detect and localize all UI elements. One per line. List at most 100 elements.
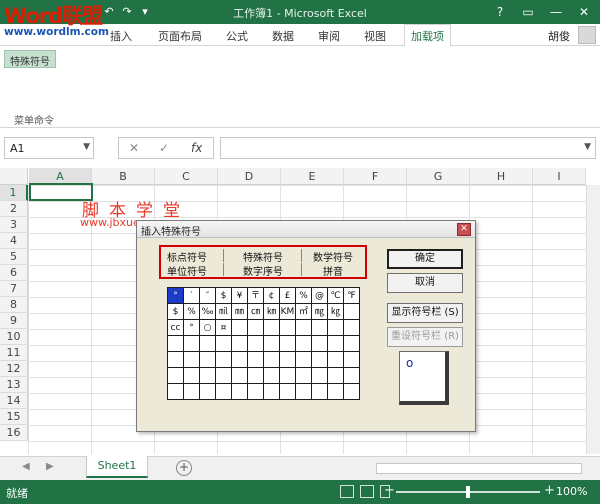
row-header-11[interactable]: 11	[0, 345, 28, 361]
symbol-cell[interactable]	[343, 367, 360, 384]
symbol-cell[interactable]	[279, 383, 296, 400]
symbol-cell[interactable]	[247, 335, 264, 352]
symbol-cell[interactable]: °	[183, 319, 200, 336]
column-header-f[interactable]: F	[344, 168, 407, 185]
symbol-cell[interactable]	[327, 319, 344, 336]
symbol-cell[interactable]	[199, 367, 216, 384]
symbol-cell[interactable]	[231, 383, 248, 400]
cancel-formula-icon[interactable]: ✕	[129, 141, 139, 155]
symbol-cell[interactable]	[311, 351, 328, 368]
normal-view-icon[interactable]	[340, 485, 354, 498]
symbol-cell[interactable]: 〒	[247, 287, 264, 304]
symbol-cell[interactable]	[279, 351, 296, 368]
tab-page-layout[interactable]: 页面布局	[158, 28, 202, 44]
symbol-cell[interactable]	[311, 335, 328, 352]
symbol-cell[interactable]	[295, 367, 312, 384]
column-header-i[interactable]: I	[533, 168, 586, 185]
symbol-cell[interactable]	[263, 367, 280, 384]
customize-quick-access-icon[interactable]: ▾	[136, 3, 154, 21]
symbol-cell[interactable]	[263, 351, 280, 368]
symbol-cell[interactable]: ㏕	[215, 303, 232, 320]
symbol-cell[interactable]	[295, 351, 312, 368]
sheet-tab-sheet1[interactable]: Sheet1	[86, 456, 148, 478]
symbol-cell[interactable]	[231, 335, 248, 352]
row-header-6[interactable]: 6	[0, 265, 28, 281]
symbol-cell[interactable]	[167, 367, 184, 384]
symbol-cell[interactable]: ′	[183, 287, 200, 304]
row-header-13[interactable]: 13	[0, 377, 28, 393]
row-header-16[interactable]: 16	[0, 425, 28, 441]
symbol-cell[interactable]: $	[215, 287, 232, 304]
symbol-cell[interactable]	[231, 319, 248, 336]
vertical-scrollbar[interactable]	[586, 185, 600, 454]
symbol-cell[interactable]	[279, 319, 296, 336]
category-units[interactable]: 单位符号	[167, 263, 207, 278]
column-header-e[interactable]: E	[281, 168, 344, 185]
symbol-cell[interactable]: ㎞	[263, 303, 280, 320]
symbol-cell[interactable]	[279, 367, 296, 384]
column-header-h[interactable]: H	[470, 168, 533, 185]
symbol-cell[interactable]	[343, 319, 360, 336]
category-math[interactable]: 数学符号	[313, 249, 353, 264]
symbol-cell[interactable]	[215, 367, 232, 384]
user-name[interactable]: 胡俊	[548, 28, 570, 44]
symbol-cell[interactable]: ¢	[263, 287, 280, 304]
dialog-close-button[interactable]: ✕	[457, 223, 471, 236]
symbol-cell[interactable]: %	[183, 303, 200, 320]
page-layout-view-icon[interactable]	[360, 485, 374, 498]
symbol-cell[interactable]: ¥	[231, 287, 248, 304]
symbol-cell[interactable]	[215, 335, 232, 352]
enter-formula-icon[interactable]: ✓	[159, 141, 169, 155]
row-header-10[interactable]: 10	[0, 329, 28, 345]
zoom-slider-thumb[interactable]	[466, 486, 470, 498]
symbol-cell[interactable]	[279, 335, 296, 352]
zoom-out-icon[interactable]: −	[384, 483, 395, 498]
symbol-cell[interactable]	[167, 335, 184, 352]
row-header-14[interactable]: 14	[0, 393, 28, 409]
symbol-cell[interactable]: ‰	[199, 303, 216, 320]
row-header-15[interactable]: 15	[0, 409, 28, 425]
symbol-cell[interactable]: ㎝	[247, 303, 264, 320]
special-symbols-button[interactable]: 特殊符号	[4, 50, 56, 68]
symbol-cell[interactable]	[247, 383, 264, 400]
symbol-cell[interactable]	[327, 367, 344, 384]
row-header-9[interactable]: 9	[0, 313, 28, 329]
tab-formulas[interactable]: 公式	[226, 28, 248, 44]
symbol-cell[interactable]	[343, 383, 360, 400]
column-header-b[interactable]: B	[92, 168, 155, 185]
symbol-cell[interactable]	[215, 351, 232, 368]
ok-button[interactable]: 确定	[387, 249, 463, 269]
symbol-cell[interactable]: $	[167, 303, 184, 320]
help-button[interactable]: ?	[486, 0, 514, 24]
symbol-cell[interactable]: %	[295, 287, 312, 304]
tab-data[interactable]: 数据	[272, 28, 294, 44]
prev-sheet-icon[interactable]: ◀	[22, 461, 30, 472]
symbol-cell[interactable]	[343, 335, 360, 352]
insert-function-icon[interactable]: fx	[191, 141, 202, 155]
symbol-cell[interactable]	[247, 319, 264, 336]
symbol-cell[interactable]	[311, 383, 328, 400]
avatar[interactable]	[578, 26, 596, 44]
symbol-cell[interactable]: ㎏	[327, 303, 344, 320]
symbol-cell[interactable]	[327, 383, 344, 400]
symbol-cell[interactable]	[247, 351, 264, 368]
next-sheet-icon[interactable]: ▶	[46, 461, 54, 472]
symbol-cell[interactable]	[263, 383, 280, 400]
undo-icon[interactable]: ↶	[100, 3, 118, 21]
category-special[interactable]: 特殊符号	[243, 249, 283, 264]
column-header-c[interactable]: C	[155, 168, 218, 185]
symbol-cell[interactable]	[183, 367, 200, 384]
symbol-cell[interactable]	[183, 335, 200, 352]
symbol-cell[interactable]: cc	[167, 319, 184, 336]
select-all-corner[interactable]	[0, 168, 28, 185]
symbol-cell[interactable]: °	[167, 287, 184, 304]
ribbon-display-button[interactable]: ▭	[514, 0, 542, 24]
expand-formula-icon[interactable]: ▼	[584, 142, 591, 152]
horizontal-scrollbar[interactable]	[376, 463, 582, 474]
row-header-5[interactable]: 5	[0, 249, 28, 265]
tab-insert[interactable]: 插入	[110, 28, 132, 44]
row-header-7[interactable]: 7	[0, 281, 28, 297]
symbol-cell[interactable]	[311, 367, 328, 384]
category-numbers[interactable]: 数字序号	[243, 263, 283, 278]
symbol-cell[interactable]: @	[311, 287, 328, 304]
